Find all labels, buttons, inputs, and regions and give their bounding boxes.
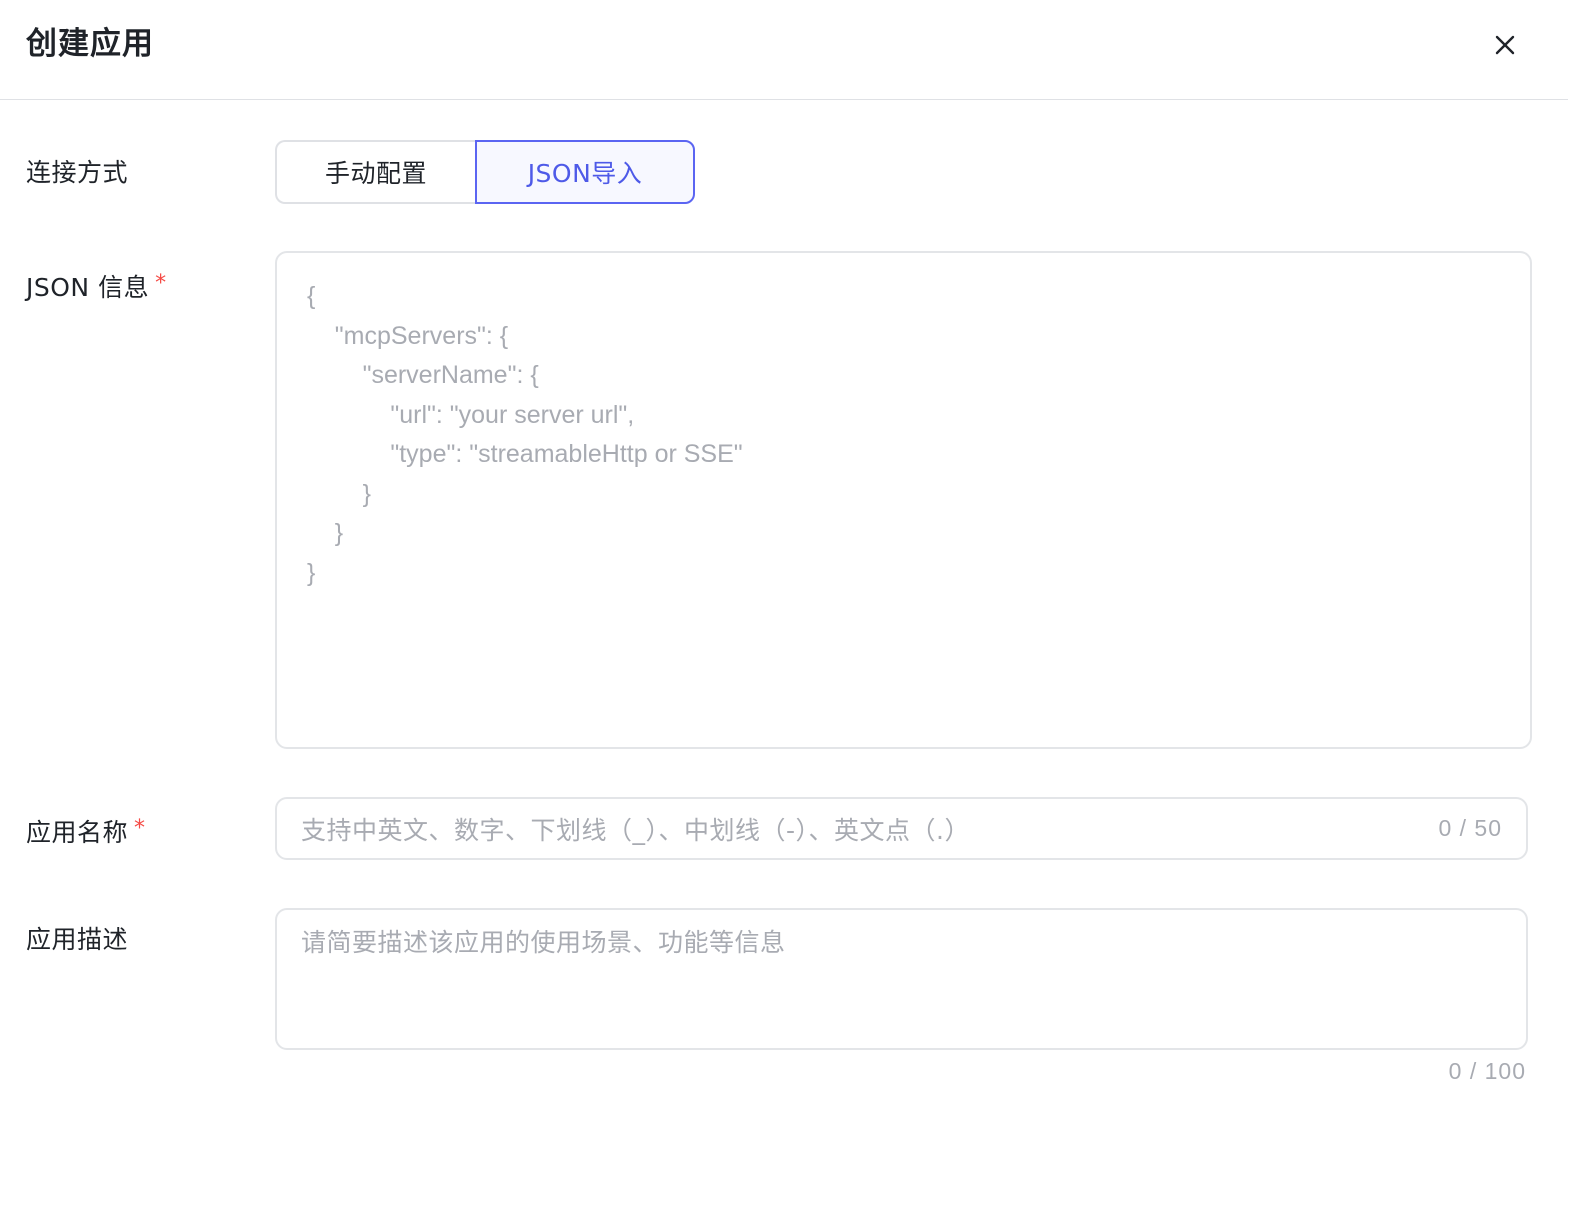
app-desc-textarea[interactable]: 请简要描述该应用的使用场景、功能等信息 [275,908,1528,1050]
connection-label-text: 连接方式 [26,158,129,187]
tab-json-import[interactable]: JSON导入 [475,140,695,204]
json-info-label-text: JSON 信息 [26,273,150,302]
required-star: * [155,271,167,296]
close-button[interactable] [1488,28,1522,62]
json-placeholder-line: } [307,558,316,587]
json-placeholder-line: "url": "your server url", [307,400,635,429]
json-placeholder-line: "type": "streamableHttp or SSE" [307,440,743,468]
app-name-input[interactable]: 支持中英文、数字、下划线（_）、中划线（-）、英文点（.） 0 / 50 [275,797,1528,860]
json-placeholder-line: "mcpServers": { [307,321,509,350]
app-desc-counter: 0 / 100 [1448,1058,1526,1084]
app-desc-label-text: 应用描述 [26,925,129,954]
json-placeholder-line: } [307,519,344,547]
app-name-label: 应用名称 * [26,812,146,850]
app-name-placeholder: 支持中英文、数字、下划线（_）、中划线（-）、英文点（.） [301,815,970,845]
create-app-dialog: 创建应用 连接方式 手动配置 JSON导入 JSON 信息 * { "mcpSer… [0,0,1586,1232]
json-placeholder-line: "serverName": { [307,361,539,389]
dialog-header: 创建应用 [0,0,1568,100]
tab-manual-config[interactable]: 手动配置 [275,140,475,204]
close-icon [1495,35,1515,55]
required-star: * [134,816,146,841]
app-name-label-text: 应用名称 [26,818,129,847]
json-placeholder-line: } [307,479,371,508]
json-info-label: JSON 信息 * [26,267,167,305]
app-desc-label: 应用描述 [26,923,128,957]
json-placeholder-line: { [307,282,316,310]
app-name-counter: 0 / 50 [1438,815,1502,841]
app-desc-placeholder: 请简要描述该应用的使用场景、功能等信息 [301,928,786,957]
dialog-title: 创建应用 [26,26,154,62]
json-info-textarea[interactable]: { "mcpServers": { "serverName": { "url":… [275,251,1532,749]
connection-label: 连接方式 [26,156,128,190]
connection-segmented-control: 手动配置 JSON导入 [275,140,695,204]
